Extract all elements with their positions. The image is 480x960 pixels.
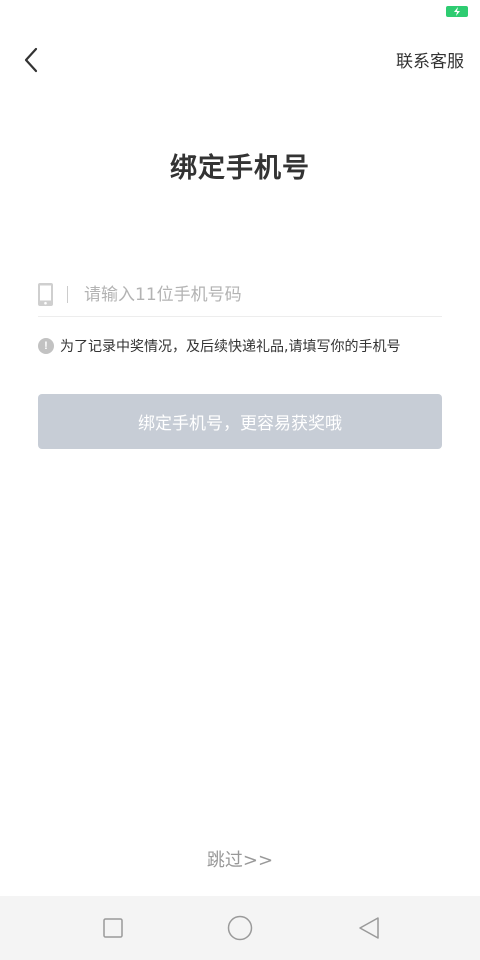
notice-text: 为了记录中奖情况，及后续快递礼品,请填写你的手机号 xyxy=(60,339,401,355)
phone-icon xyxy=(38,283,53,306)
home-button[interactable] xyxy=(226,914,254,942)
customer-service-link[interactable]: 联系客服 xyxy=(396,47,464,72)
back-button[interactable] xyxy=(14,42,48,78)
battery-charging-icon xyxy=(446,6,468,17)
home-circle-icon xyxy=(227,915,253,941)
skip-link[interactable]: 跳过>> xyxy=(0,846,480,872)
status-bar xyxy=(0,0,480,24)
nav-back-button[interactable] xyxy=(355,914,383,942)
recent-apps-square-icon xyxy=(103,918,123,938)
bind-phone-button[interactable]: 绑定手机号，更容易获奖哦 xyxy=(38,394,442,449)
phone-number-input[interactable] xyxy=(84,282,424,308)
info-icon: ! xyxy=(38,338,54,354)
page-title: 绑定手机号 xyxy=(170,153,310,184)
notice: ! 为了记录中奖情况，及后续快递礼品,请填写你的手机号 xyxy=(38,336,458,356)
input-divider xyxy=(67,286,68,303)
recent-apps-button[interactable] xyxy=(99,914,127,942)
phone-input-row xyxy=(38,278,442,317)
chevron-left-icon xyxy=(24,47,38,73)
system-nav-bar xyxy=(0,896,480,960)
back-triangle-icon xyxy=(359,917,379,939)
